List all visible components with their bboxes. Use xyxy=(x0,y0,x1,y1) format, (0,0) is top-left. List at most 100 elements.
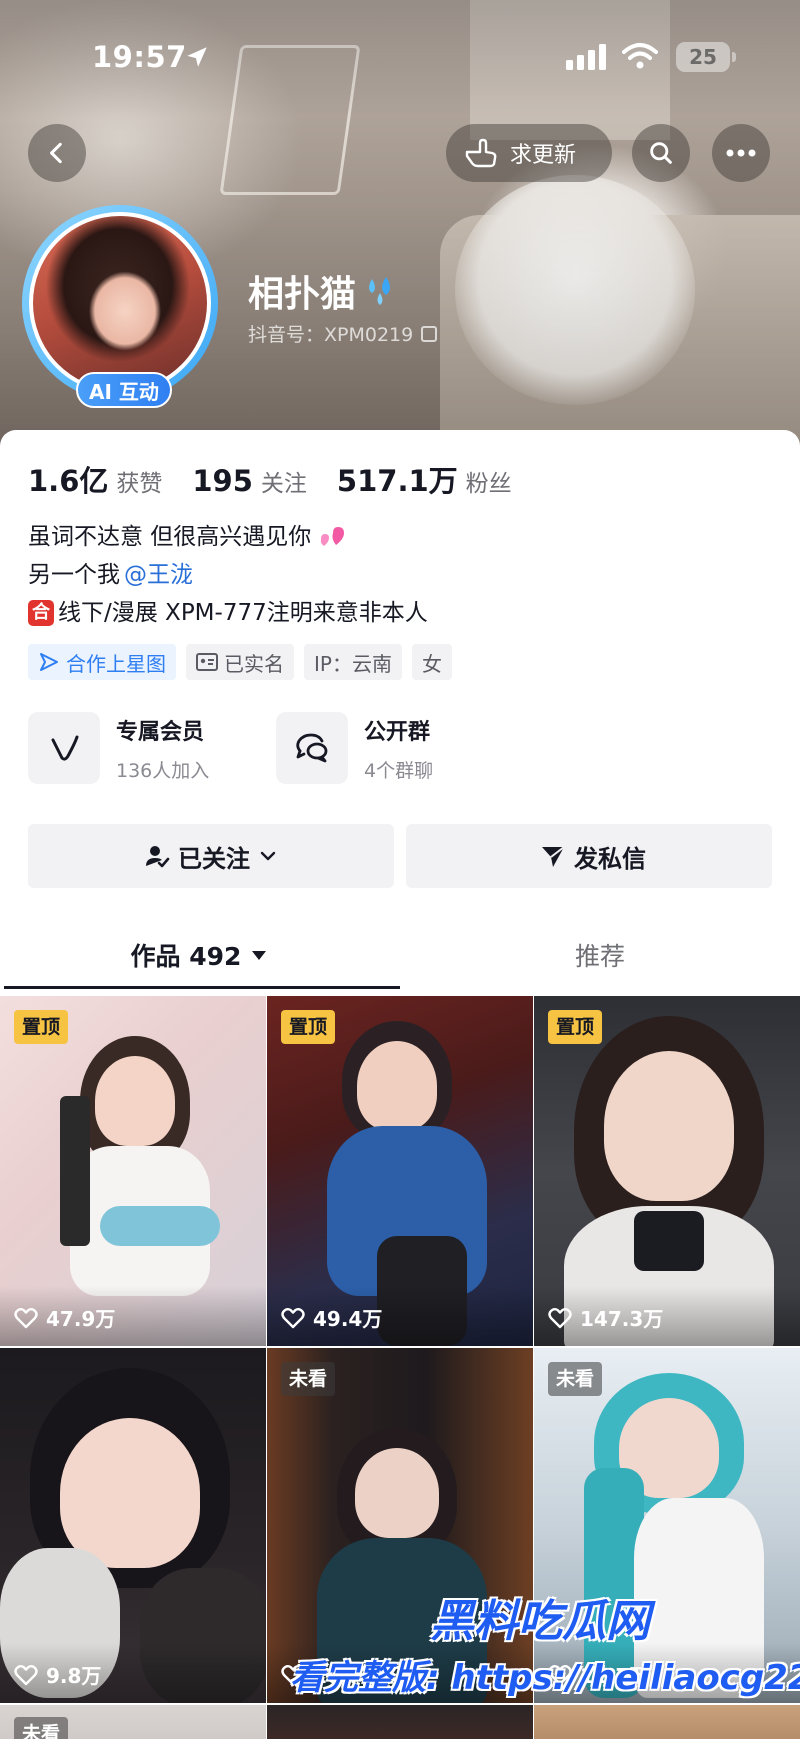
send-message-label: 发私信 xyxy=(574,844,646,873)
background-sofa xyxy=(440,215,800,445)
profile-name-text: 相扑猫 xyxy=(248,274,357,315)
group-icon-box xyxy=(276,712,348,784)
likes-stat[interactable]: 1.6亿 获赞 xyxy=(28,458,162,500)
tab-works[interactable]: 作品 492 xyxy=(0,920,400,990)
bio-line: 虽词不达意 但很高兴遇见你 xyxy=(28,518,428,556)
video-tile[interactable]: 置顶 49.4万 xyxy=(267,996,533,1346)
video-likes: 147.3万 xyxy=(548,1303,663,1332)
more-options-button[interactable] xyxy=(712,124,770,182)
he-character-emoji-icon: 合 xyxy=(28,600,54,626)
followers-label: 粉丝 xyxy=(465,471,512,497)
send-message-button[interactable]: 发私信 xyxy=(406,824,772,888)
bio-line-3: 线下/漫展 XPM-777注明来意非本人 xyxy=(58,600,428,626)
tab-recommend-label: 推荐 xyxy=(574,942,625,971)
background-cat xyxy=(455,175,695,405)
heart-outline-icon xyxy=(548,1307,572,1328)
unseen-badge: 未看 xyxy=(281,1362,336,1396)
video-likes-count: 49.4万 xyxy=(313,1307,383,1331)
pointing-hand-icon xyxy=(465,138,497,168)
public-group[interactable]: 公开群 4个群聊 xyxy=(276,712,433,784)
profile-tags: 合作上星图 已实名 IP：云南 女 xyxy=(28,644,462,680)
video-likes-count: 9.8万 xyxy=(46,1664,102,1688)
heart-outline-icon xyxy=(281,1307,305,1328)
request-update-label: 求更新 xyxy=(510,143,577,168)
watermark-line: 看完整版: https://heiliaocg22.com xyxy=(290,1658,800,1698)
tag-star-map-label: 合作上星图 xyxy=(66,651,166,676)
status-bar: 19:57 25 xyxy=(0,0,800,100)
tag-ip-label: IP：云南 xyxy=(314,651,392,676)
profile-name: 相扑猫 xyxy=(248,265,398,317)
video-tile[interactable]: 9.8万 xyxy=(0,1348,266,1703)
following-stat[interactable]: 195 关注 xyxy=(192,464,307,498)
bio-line: 另一个我 @王泷 xyxy=(28,556,428,594)
exclusive-membership[interactable]: 专属会员 136人加入 xyxy=(28,712,209,784)
following-label: 关注 xyxy=(260,471,307,497)
membership-icon-box xyxy=(28,712,100,784)
douyin-id[interactable]: 抖音号：XPM0219 xyxy=(248,320,438,347)
following-button-label: 已关注 xyxy=(178,844,250,873)
v-icon xyxy=(51,735,79,761)
video-likes: 9.8万 xyxy=(14,1660,101,1689)
profile-card: 1.6亿 获赞 195 关注 517.1万 粉丝 虽词不达意 但很高兴遇见你 另… xyxy=(0,430,800,1739)
id-card-icon xyxy=(196,653,218,671)
profile-page: 19:57 25 求更新 AI 互动 相扑猫 抖音号：XPM0219 1.6亿 … xyxy=(0,0,800,1739)
content-tabs: 作品 492 推荐 xyxy=(0,920,800,994)
profile-stats: 1.6亿 获赞 195 关注 517.1万 粉丝 xyxy=(28,458,542,500)
tag-ip-location: IP：云南 xyxy=(304,644,402,680)
two-hearts-emoji-icon xyxy=(321,527,345,546)
caret-down-icon xyxy=(252,951,267,960)
search-icon xyxy=(650,142,672,164)
watermark-title: 黑料吃瓜网 xyxy=(430,1596,650,1647)
video-likes: 47.9万 xyxy=(14,1303,115,1332)
site-watermark: 黑料吃瓜网 看完整版: https://heiliaocg22.com xyxy=(290,1585,800,1735)
request-update-button[interactable]: 求更新 xyxy=(446,124,612,182)
star-map-icon xyxy=(40,653,58,671)
video-tile[interactable]: 置顶 147.3万 xyxy=(534,996,800,1346)
user-check-icon xyxy=(146,846,170,868)
following-button[interactable]: 已关注 xyxy=(28,824,394,888)
video-tile[interactable]: 未看 xyxy=(0,1705,266,1739)
group-title: 公开群 xyxy=(364,719,431,745)
followers-count: 517.1万 xyxy=(336,464,458,498)
wifi-icon xyxy=(622,43,658,69)
pinned-badge: 置顶 xyxy=(14,1010,69,1044)
bio-line-1: 虽词不达意 但很高兴遇见你 xyxy=(28,524,312,550)
send-icon xyxy=(542,846,565,867)
location-arrow-icon xyxy=(187,47,207,67)
bio-mention-link[interactable]: @王泷 xyxy=(124,556,193,594)
more-dots-icon xyxy=(726,149,756,157)
followers-stat[interactable]: 517.1万 粉丝 xyxy=(337,458,512,500)
following-count: 195 xyxy=(192,464,253,498)
tag-star-map[interactable]: 合作上星图 xyxy=(28,644,176,680)
video-likes-count: 147.3万 xyxy=(580,1307,664,1331)
video-likes: 49.4万 xyxy=(281,1303,382,1332)
unseen-badge: 未看 xyxy=(548,1362,603,1396)
video-tile[interactable]: 置顶 47.9万 xyxy=(0,996,266,1346)
group-subtitle: 4个群聊 xyxy=(364,759,434,782)
tab-active-indicator xyxy=(4,986,400,989)
membership-title: 专属会员 xyxy=(116,719,205,745)
tag-verified-label: 已实名 xyxy=(224,651,284,676)
bio-line: 合 线下/漫展 XPM-777注明来意非本人 xyxy=(28,594,428,632)
douyin-id-text: 抖音号：XPM0219 xyxy=(248,324,414,346)
heart-outline-icon xyxy=(14,1307,38,1328)
back-button[interactable] xyxy=(28,124,86,182)
bio-line-2-prefix: 另一个我 xyxy=(28,562,120,588)
copy-icon[interactable] xyxy=(421,325,438,342)
membership-subtitle: 136人加入 xyxy=(116,759,210,782)
chevron-down-icon xyxy=(260,851,276,861)
video-likes-count: 47.9万 xyxy=(46,1307,116,1331)
chevron-left-icon xyxy=(50,142,62,164)
battery-indicator: 25 xyxy=(676,42,736,72)
avatar-image xyxy=(29,212,211,394)
tag-gender-label: 女 xyxy=(421,651,442,676)
unseen-badge: 未看 xyxy=(14,1717,69,1739)
tab-recommend[interactable]: 推荐 xyxy=(400,920,800,990)
likes-label: 获赞 xyxy=(116,471,163,497)
search-button[interactable] xyxy=(632,124,690,182)
droplets-emoji-icon xyxy=(369,277,391,305)
ai-interaction-badge[interactable]: AI 互动 xyxy=(76,372,172,408)
status-time: 19:57 xyxy=(92,40,187,74)
pinned-badge: 置顶 xyxy=(548,1010,603,1044)
likes-count: 1.6亿 xyxy=(28,464,109,498)
